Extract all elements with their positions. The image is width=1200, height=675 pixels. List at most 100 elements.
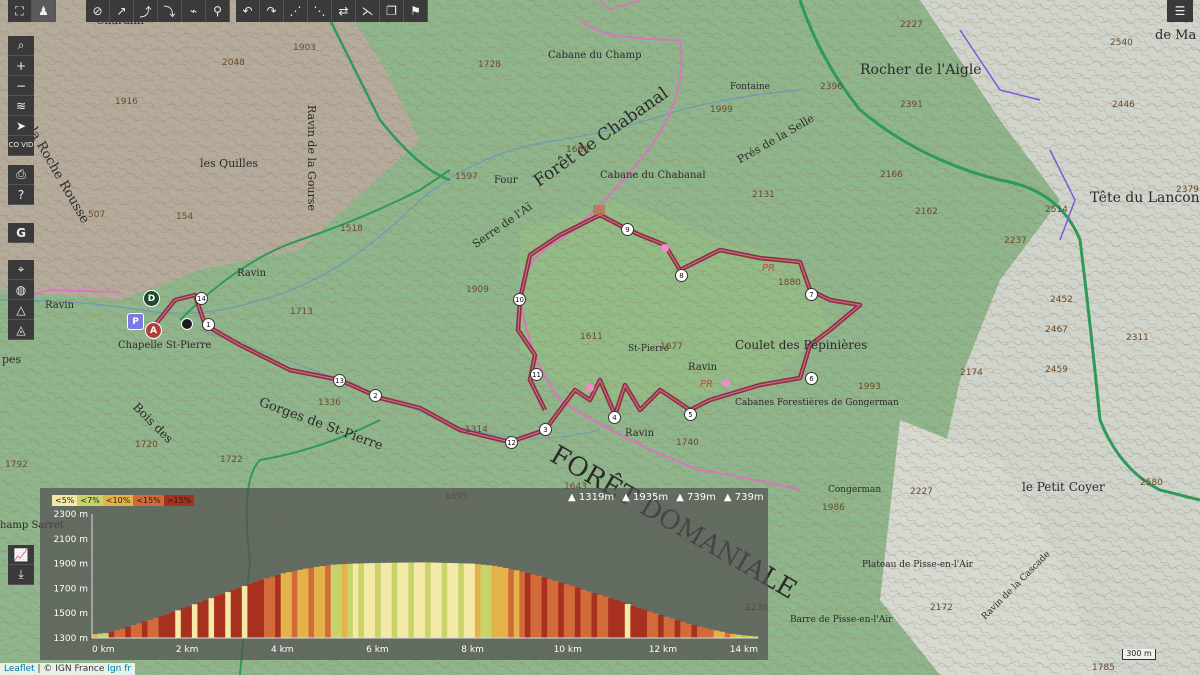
elevation-bar [347,563,354,638]
elevation-bar [619,602,626,638]
elevation-bar [585,591,592,638]
draw-arrow-icon[interactable]: ↗ [110,0,134,22]
path-merge-icon[interactable]: ⋰ [284,0,308,22]
freehand-icon[interactable]: ⤴ [134,0,158,22]
place-label: les Quilles [200,157,258,170]
print-icon[interactable]: ⎙ [8,165,34,185]
elevation-bar [319,566,326,638]
waypoint-marker[interactable]: 3 [539,423,552,436]
covid-button[interactable]: CO VID [8,136,34,156]
hiker-icon[interactable]: ♟ [32,0,56,22]
altitude-label: 1597 [455,172,478,182]
start-marker[interactable]: A [145,322,162,339]
redo-icon[interactable]: ↷ [260,0,284,22]
elevation-bar [630,606,637,638]
elevation-profile-panel[interactable]: 1300 m 1500 m 1700 m 1900 m 2100 m 2300 m 0 km… [40,488,768,660]
zoom-in-icon[interactable]: + [8,56,34,76]
altitude-label: 154 [176,212,194,222]
slope-legend-item: <7% [77,495,103,506]
waypoint-marker[interactable]: 12 [505,436,518,449]
elevation-bar [674,620,681,638]
elevation-bar [558,582,565,638]
climb-stat: ▲ 1319m [568,492,615,503]
elevation-bar [402,562,409,638]
waypoint-marker[interactable]: 5 [684,408,697,421]
altitude-label: 1792 [5,460,28,470]
no-route-icon[interactable]: ⊘ [86,0,110,22]
leaflet-link[interactable]: Leaflet [4,664,35,674]
help-icon[interactable]: ? [8,185,34,205]
place-label: Ravin [237,268,267,279]
elevation-bar [486,565,492,638]
waypoint-marker[interactable]: 7 [805,288,818,301]
elevation-bar [164,614,170,638]
elevation-bar [691,625,698,638]
elevation-bar [458,563,465,638]
marker-icon[interactable]: ⚑ [404,0,428,22]
waypoint-marker[interactable]: 4 [608,411,621,424]
elevation-bar [524,573,531,638]
elevation-bar [147,619,154,638]
elevation-bar [730,634,737,638]
parking-marker[interactable]: P [127,313,144,330]
undo-icon[interactable]: ↶ [236,0,260,22]
no-elevation-icon[interactable]: ⋋ [356,0,380,22]
elevation-bar [463,563,470,638]
zoom-search-icon[interactable]: ⌕ [8,36,34,56]
path-split-icon[interactable]: ⋱ [308,0,332,22]
waypoint-marker[interactable]: 2 [369,389,382,402]
ign-link[interactable]: Ign fr [107,664,131,674]
altitude-label: 1999 [710,105,733,115]
elevation-bar [219,594,226,638]
waypoint-marker[interactable]: 8 [675,269,688,282]
elevation-bar [308,567,315,638]
altitude-label: 2580 [1140,478,1163,488]
fullscreen-icon[interactable]: ⛶ [8,0,32,22]
elevation-bar [214,596,220,638]
elevation-bar [197,602,204,638]
place-label: Congerman [828,485,882,495]
snap-icon[interactable]: ⌁ [182,0,206,22]
waypoint-marker[interactable]: 9 [621,223,634,236]
elevation-bar [580,589,587,638]
waypoint-marker[interactable]: 10 [513,293,526,306]
y-tick-label: 1700 m [53,584,88,594]
reverse-icon[interactable]: ⇄ [332,0,356,22]
globe-icon[interactable]: ◍ [8,280,34,300]
altitude-label: 2459 [1045,365,1068,375]
elevation-bar [552,580,559,638]
sidebar-group-5: 📈 ⤓ [8,545,34,585]
download-icon[interactable]: ⤓ [8,565,34,585]
waypoint-marker[interactable]: 6 [805,372,818,385]
zoom-out-icon[interactable]: − [8,76,34,96]
terrain-icon[interactable]: △ [8,300,34,320]
waypoint-marker[interactable]: 1 [202,318,215,331]
elevation-bar [708,629,714,638]
layers-icon[interactable]: ☰ [1167,0,1193,22]
bezier-icon[interactable]: ⤵ [158,0,182,22]
slope-legend-item: <5% [52,495,78,506]
altitude-label: 2540 [1110,38,1133,48]
altitude-label: 1880 [778,278,801,288]
elevation-bar [92,634,98,638]
elevation-bar [519,571,526,638]
copy-icon[interactable]: ❐ [380,0,404,22]
end-marker[interactable]: D [143,290,160,307]
elevation-chart-icon[interactable]: 📈 [8,545,34,565]
altitude-label: 2396 [820,82,843,92]
elevation-bar [425,562,431,638]
locate-icon[interactable]: ➤ [8,116,34,136]
altitude-label: 2174 [960,368,983,378]
layers-stack-icon[interactable]: ≋ [8,96,34,116]
slope-legend-item: >15% [163,495,195,506]
google-button[interactable]: G [8,223,34,243]
bike-icon[interactable]: ⚲ [206,0,230,22]
crosshair-icon[interactable]: ⌖ [8,260,34,280]
altitude-label: 2172 [930,603,953,613]
waypoint-marker[interactable]: 13 [333,374,346,387]
elevation-bar [536,575,542,638]
elevation-bar [275,574,281,638]
waypoint-marker[interactable]: 14 [195,292,208,305]
slope-icon[interactable]: ◬ [8,320,34,340]
waypoint-marker[interactable]: 11 [530,368,543,381]
